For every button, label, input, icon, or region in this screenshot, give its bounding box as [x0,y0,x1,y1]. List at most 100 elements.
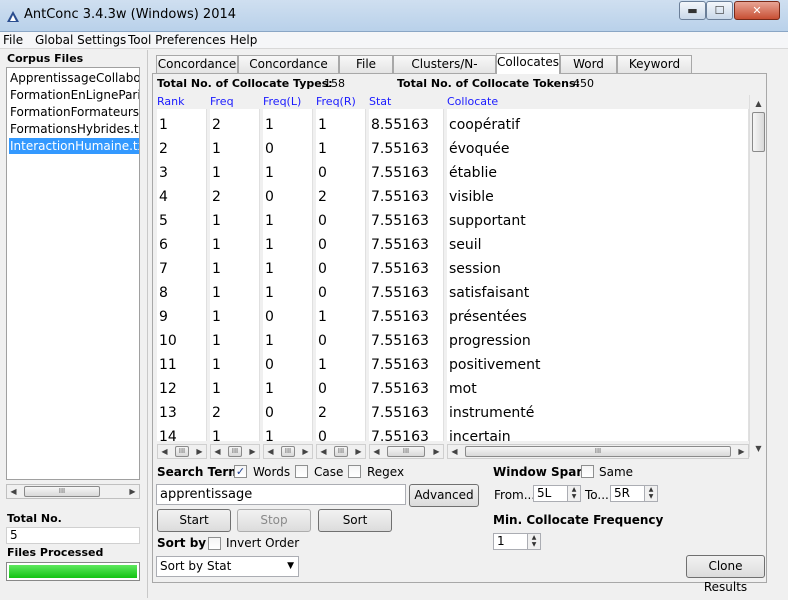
menu-global-settings[interactable]: Global Settings [35,33,126,47]
column-freq[interactable]: 21121111111121 [210,109,260,441]
table-cell[interactable]: 4 [159,185,168,209]
table-cell[interactable]: 8.55163 [371,113,429,137]
table-cell[interactable]: 2 [212,113,221,137]
table-cell[interactable]: 1 [212,281,221,305]
table-cell[interactable]: instrumenté [449,401,534,425]
table-cell[interactable]: 1 [265,161,274,185]
scroll-left-icon[interactable]: ◀ [264,445,277,458]
from-span-stepper[interactable]: 5L ▲ ▼ [533,485,581,502]
table-cell[interactable]: seuil [449,233,482,257]
scroll-thumb[interactable]: III [228,446,242,457]
column-rank[interactable]: 1 2 3 4 5 6 7 8 9 10 11 12 13 14 [157,109,207,441]
scroll-left-icon[interactable]: ◀ [211,445,224,458]
column-horizontal-scrollbar[interactable]: ◀ III ▶ [210,444,260,459]
table-cell[interactable]: 0 [318,161,327,185]
search-term-input[interactable] [156,484,406,505]
scroll-thumb[interactable]: III [465,446,731,457]
scroll-right-icon[interactable]: ▶ [193,445,206,458]
spinner-arrows-icon[interactable]: ▲ ▼ [644,485,658,502]
table-cell[interactable]: 1 [265,425,274,441]
table-cell[interactable]: 7.55163 [371,305,429,329]
spinner-arrows-icon[interactable]: ▲ ▼ [567,485,581,502]
scroll-left-icon[interactable]: ◀ [370,445,383,458]
corpus-file-item[interactable]: FormationEnLigneParil [9,87,139,103]
table-cell[interactable]: coopératif [449,113,520,137]
table-cell[interactable]: 7.55163 [371,137,429,161]
table-cell[interactable]: 12 [159,377,177,401]
table-cell[interactable]: 1 [212,377,221,401]
column-horizontal-scrollbar[interactable]: ◀ III ▶ [263,444,313,459]
scroll-thumb[interactable] [752,112,765,152]
scroll-right-icon[interactable]: ▶ [299,445,312,458]
start-button[interactable]: Start [157,509,231,532]
table-cell[interactable]: 1 [212,305,221,329]
panel-divider[interactable] [147,50,149,598]
column-header-rank[interactable]: Rank [157,95,184,108]
table-cell[interactable]: progression [449,329,531,353]
column-header-stat[interactable]: Stat [369,95,391,108]
table-cell[interactable]: 0 [265,305,274,329]
table-cell[interactable]: 0 [318,377,327,401]
table-cell[interactable]: session [449,257,501,281]
table-cell[interactable]: 13 [159,401,177,425]
scroll-left-icon[interactable]: ◀ [317,445,330,458]
minimize-button[interactable]: ▬ [679,1,706,20]
table-cell[interactable]: 1 [212,137,221,161]
table-cell[interactable]: 0 [265,185,274,209]
column-header-freq[interactable]: Freq [210,95,234,108]
sort-by-select[interactable]: Sort by Stat ▼ [156,556,299,577]
column-collocate[interactable]: coopératif évoquée établie visible supportan… [447,109,749,441]
stop-button[interactable]: Stop [237,509,311,532]
table-cell[interactable]: 1 [318,305,327,329]
table-cell[interactable]: 7.55163 [371,425,429,441]
table-cell[interactable]: 2 [212,401,221,425]
scroll-right-icon[interactable]: ▶ [735,445,748,458]
table-cell[interactable]: 2 [318,185,327,209]
table-cell[interactable]: 1 [159,113,168,137]
table-cell[interactable]: 7.55163 [371,353,429,377]
tab-concordance-plot[interactable]: Concordance Plot [238,55,339,88]
tab-clusters-ngrams[interactable]: Clusters/N-Grams [393,55,496,88]
column-horizontal-scrollbar[interactable]: ◀ III ▶ [447,444,749,459]
table-cell[interactable]: 0 [265,401,274,425]
scroll-right-icon[interactable]: ▶ [352,445,365,458]
table-cell[interactable]: 7.55163 [371,329,429,353]
advanced-button[interactable]: Advanced [409,484,479,507]
corpus-file-item[interactable]: ApprentissageCollabo [9,70,139,86]
table-cell[interactable]: 7.55163 [371,281,429,305]
table-cell[interactable]: 1 [318,113,327,137]
case-checkbox[interactable] [295,465,308,478]
table-cell[interactable]: supportant [449,209,526,233]
scroll-thumb[interactable]: III [24,486,100,497]
table-cell[interactable]: 1 [265,257,274,281]
table-cell[interactable]: 0 [318,425,327,441]
column-freq-r[interactable]: 11020000101020 [316,109,366,441]
table-cell[interactable]: 1 [212,257,221,281]
table-cell[interactable]: 1 [265,377,274,401]
table-cell[interactable]: 9 [159,305,168,329]
min-frequency-stepper[interactable]: 1 ▲ ▼ [493,533,541,550]
clone-results-button[interactable]: Clone Results [686,555,765,594]
table-cell[interactable]: 2 [159,137,168,161]
corpus-file-item[interactable]: FormationsHybrides.tx [9,121,139,137]
table-cell[interactable]: incertain [449,425,511,441]
scroll-right-icon[interactable]: ▶ [430,445,443,458]
table-cell[interactable]: 2 [212,185,221,209]
corpus-file-list[interactable]: ApprentissageCollabo FormationEnLignePar… [6,67,140,480]
scroll-left-icon[interactable]: ◀ [7,485,20,498]
table-cell[interactable]: 1 [318,137,327,161]
spinner-arrows-icon[interactable]: ▲ ▼ [527,533,541,550]
table-cell[interactable]: satisfaisant [449,281,529,305]
menu-help[interactable]: Help [230,33,257,47]
invert-order-checkbox[interactable] [208,537,221,550]
menu-tool-preferences[interactable]: Tool Preferences [128,33,226,47]
table-cell[interactable]: mot [449,377,477,401]
table-cell[interactable]: 7.55163 [371,401,429,425]
table-cell[interactable]: 0 [318,329,327,353]
table-cell[interactable]: évoquée [449,137,509,161]
table-cell[interactable]: 1 [212,329,221,353]
scroll-thumb[interactable]: III [334,446,348,457]
table-cell[interactable]: 7.55163 [371,185,429,209]
table-cell[interactable]: 7.55163 [371,209,429,233]
table-cell[interactable]: établie [449,161,497,185]
